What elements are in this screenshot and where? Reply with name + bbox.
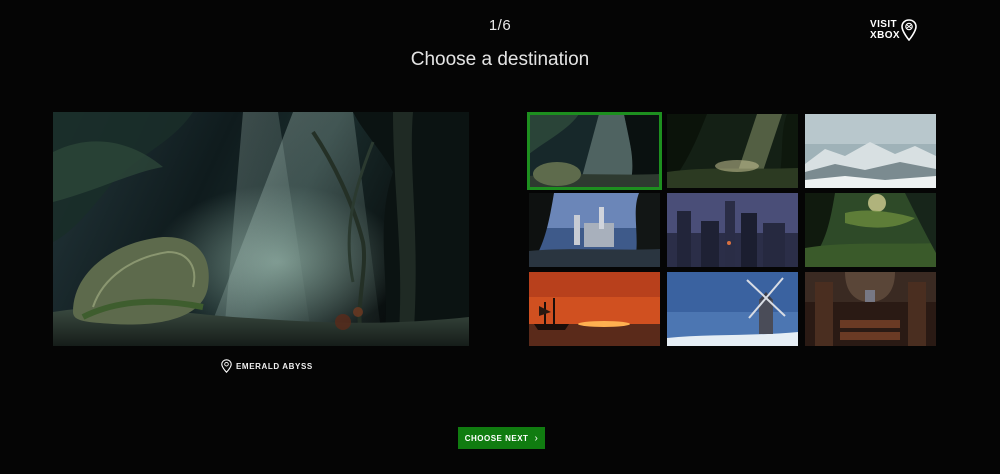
map-pin-icon (221, 359, 232, 373)
map-pin-icon (901, 19, 917, 41)
chevron-right-icon: › (534, 432, 539, 444)
visit-xbox-logo[interactable]: VISIT XBOX (870, 19, 922, 45)
destination-thumb-emerald-abyss[interactable] (527, 112, 662, 190)
destination-grid (527, 112, 936, 347)
choose-next-label: CHOOSE NEXT (464, 433, 529, 443)
destination-caption: EMERALD ABYSS (221, 359, 313, 373)
destination-thumb-cathedral[interactable] (805, 272, 936, 346)
destination-name: EMERALD ABYSS (236, 361, 313, 371)
step-counter: 1/6 (488, 17, 512, 34)
destination-thumb-forest-ruins[interactable] (805, 193, 936, 267)
destination-thumb-windmill[interactable] (667, 272, 798, 346)
destination-thumb-castle-cliffs[interactable] (529, 193, 660, 267)
brand-line-2: XBOX (870, 30, 900, 41)
destination-thumb-sunset-sea[interactable] (529, 272, 660, 346)
destination-thumb-dark-spires[interactable] (667, 193, 798, 267)
page-title: Choose a destination (410, 49, 590, 70)
brand-text: VISIT XBOX (870, 19, 900, 41)
choose-next-button[interactable]: CHOOSE NEXT › (458, 427, 545, 449)
destination-thumb-jungle-light[interactable] (667, 114, 798, 188)
brand-line-1: VISIT (870, 19, 898, 30)
destination-thumb-snow-peaks[interactable] (805, 114, 936, 188)
destination-preview-image (53, 112, 469, 346)
